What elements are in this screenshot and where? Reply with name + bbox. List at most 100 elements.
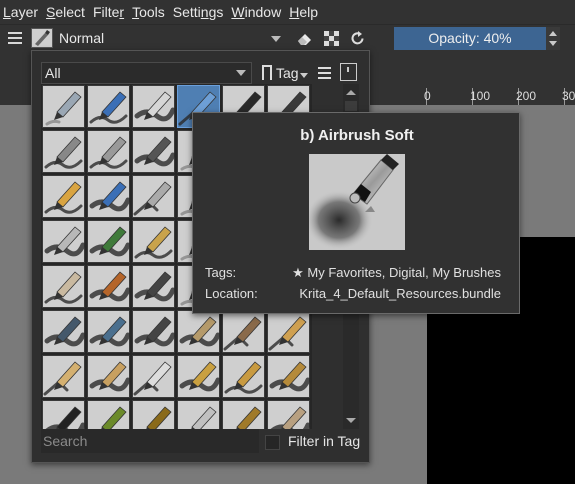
brush-tooltip: b) Airbrush Soft Tags: ★ My Favorites, D… <box>192 112 520 314</box>
brush-preset-item[interactable] <box>132 130 176 173</box>
brush-thumbnail-icon <box>134 226 173 259</box>
ruler-label: 200 <box>516 89 537 103</box>
brush-preset-item[interactable] <box>132 85 176 128</box>
menu-bar: Layer Select Filter Tools Settings Windo… <box>0 0 575 24</box>
brush-preset-item[interactable] <box>177 400 220 429</box>
brush-preset-item[interactable] <box>42 400 86 429</box>
tooltip-location-value: Krita_4_Default_Resources.bundle <box>299 286 501 301</box>
brush-thumbnail-icon <box>89 316 131 347</box>
brush-thumbnail-icon <box>89 271 131 302</box>
opacity-label: Opacity: 40% <box>428 30 512 46</box>
menu-tools[interactable]: Tools <box>128 0 169 24</box>
brush-preset-item[interactable] <box>87 265 131 308</box>
blend-mode-select[interactable]: Normal <box>56 28 286 49</box>
eraser-icon[interactable] <box>296 30 313 47</box>
tool-options-bar: Normal Opacity: 40% <box>0 24 575 52</box>
brush-preset-item[interactable] <box>132 310 176 353</box>
search-input[interactable] <box>43 429 259 453</box>
brush-thumbnail-icon <box>43 361 82 396</box>
menu-filter[interactable]: Filter <box>89 0 128 24</box>
reload-preset-icon[interactable] <box>349 30 366 47</box>
menu-window[interactable]: Window <box>227 0 285 24</box>
brush-preset-item[interactable] <box>267 310 310 353</box>
brush-preset-item[interactable] <box>42 220 86 263</box>
scroll-up-icon[interactable] <box>346 90 356 95</box>
tag-button[interactable]: Tag <box>259 62 310 84</box>
brush-thumbnail-icon <box>44 181 83 214</box>
list-view-icon[interactable] <box>318 67 331 79</box>
brush-preset-item[interactable] <box>267 355 311 398</box>
brush-thumbnail-icon <box>101 406 127 429</box>
brush-thumbnail-icon <box>134 316 176 347</box>
ruler-label: 0 <box>424 89 431 103</box>
brush-preset-item[interactable] <box>177 310 221 353</box>
alpha-lock-icon[interactable] <box>323 30 340 47</box>
brush-preset-item[interactable] <box>177 355 221 398</box>
filter-in-tag-checkbox[interactable] <box>265 435 280 450</box>
spin-down-icon[interactable] <box>549 41 557 46</box>
brush-thumbnail-icon <box>134 91 176 122</box>
blend-mode-value: Normal <box>59 30 105 46</box>
brush-preset-item[interactable] <box>132 355 175 398</box>
view-mode-icon[interactable] <box>340 63 357 81</box>
bookmark-icon <box>262 65 272 84</box>
brush-thumbnail-icon <box>236 406 262 429</box>
brush-thumbnail-icon <box>224 361 263 394</box>
brush-preset-item[interactable] <box>42 130 85 173</box>
brush-thumbnail-icon <box>89 181 131 212</box>
brush-thumbnail-icon <box>270 406 311 429</box>
brush-preset-button[interactable] <box>31 28 53 48</box>
brush-preset-item[interactable] <box>87 355 131 398</box>
brush-thumbnail-icon <box>133 361 172 396</box>
brush-thumbnail-icon <box>89 226 131 257</box>
hamburger-menu-icon[interactable] <box>8 32 22 44</box>
brush-preset-item[interactable] <box>132 220 175 263</box>
brush-preset-item[interactable] <box>42 265 85 308</box>
tag-filter-value: All <box>45 65 61 81</box>
brush-thumbnail-icon <box>89 136 128 169</box>
brush-thumbnail-icon <box>45 91 82 126</box>
menu-layer[interactable]: Layer <box>0 0 42 24</box>
brush-thumbnail-icon <box>89 91 128 124</box>
menu-help[interactable]: Help <box>285 0 322 24</box>
scroll-down-icon[interactable] <box>346 418 356 423</box>
brush-thumbnail-icon <box>89 361 131 392</box>
opacity-spinner[interactable] <box>546 27 560 50</box>
brush-preset-item[interactable] <box>132 175 175 218</box>
brush-thumbnail-icon <box>134 271 176 302</box>
menu-settings[interactable]: Settings <box>169 0 228 24</box>
brush-thumbnail-icon <box>134 136 176 167</box>
scroll-thumb[interactable] <box>345 101 357 111</box>
brush-thumbnail-icon <box>268 316 307 351</box>
brush-thumbnail-icon <box>223 316 262 351</box>
tag-filter-select[interactable]: All <box>41 62 252 84</box>
brush-preset-item[interactable] <box>222 310 265 353</box>
search-field[interactable] <box>41 429 259 453</box>
brush-preset-item[interactable] <box>222 355 265 398</box>
spin-up-icon[interactable] <box>549 31 557 36</box>
brush-preset-item[interactable] <box>87 130 130 173</box>
brush-thumbnail-icon <box>269 361 311 392</box>
brush-preset-item[interactable] <box>87 220 131 263</box>
brush-preset-item[interactable] <box>222 400 265 429</box>
filter-in-tag-label: Filter in Tag <box>288 433 361 449</box>
brush-preset-item[interactable] <box>42 175 85 218</box>
brush-thumbnail-icon <box>44 316 86 347</box>
brush-preset-item[interactable] <box>87 175 131 218</box>
brush-preset-item[interactable] <box>267 400 311 429</box>
chevron-down-icon <box>236 70 246 76</box>
menu-select[interactable]: Select <box>42 0 89 24</box>
horizontal-ruler: 0 100 200 30 <box>372 88 575 105</box>
brush-preset-item[interactable] <box>42 355 85 398</box>
brush-thumbnail-icon <box>44 226 86 257</box>
brush-preset-item[interactable] <box>42 310 86 353</box>
opacity-slider[interactable]: Opacity: 40% <box>394 27 546 50</box>
brush-preset-item[interactable] <box>87 400 130 429</box>
brush-preset-item[interactable] <box>87 310 131 353</box>
brush-preset-icon <box>35 30 50 46</box>
brush-preset-item[interactable] <box>132 400 175 429</box>
brush-preset-item[interactable] <box>87 85 130 128</box>
brush-preset-item[interactable] <box>132 265 176 308</box>
krita-window: Layer Select Filter Tools Settings Windo… <box>0 0 575 484</box>
brush-preset-item[interactable] <box>42 85 85 128</box>
